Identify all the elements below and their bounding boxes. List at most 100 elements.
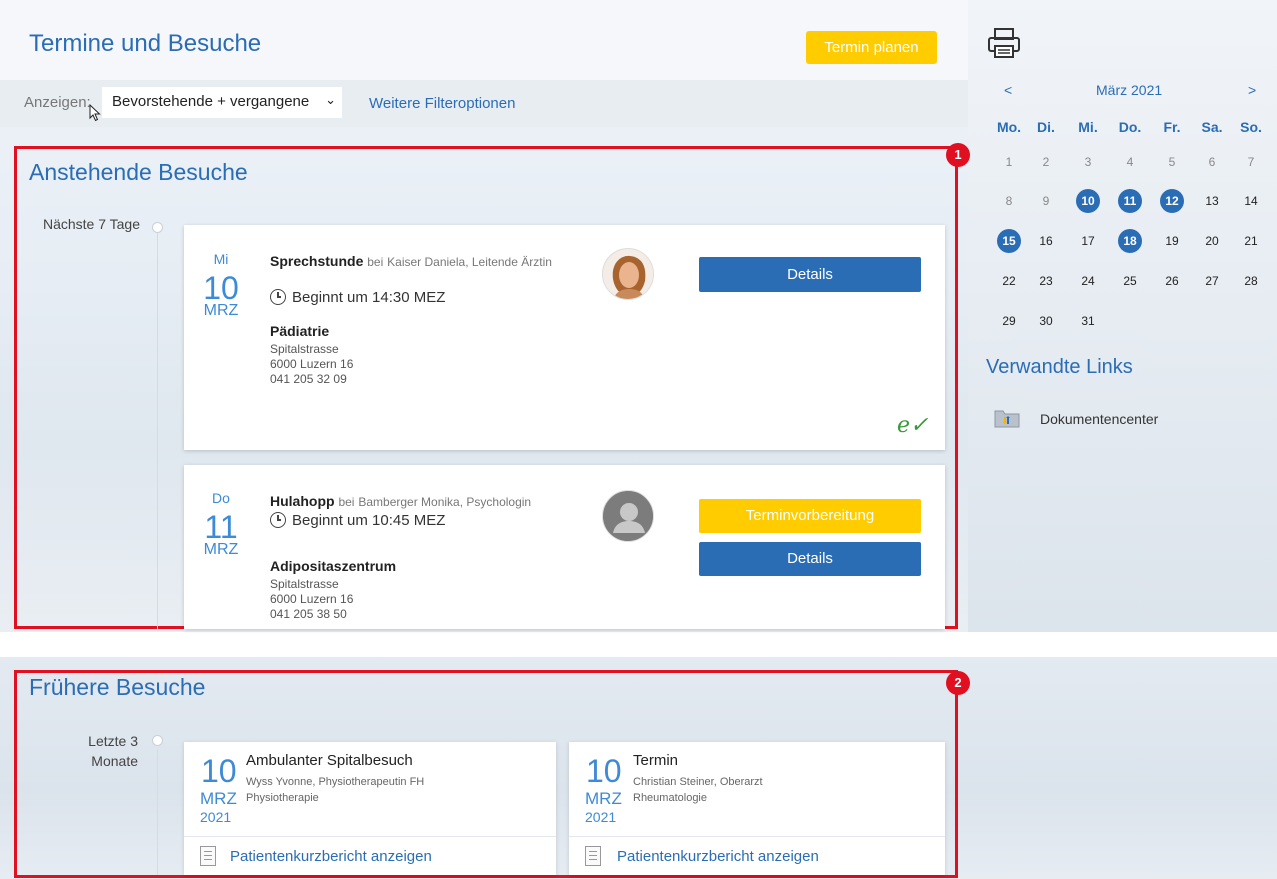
appointment-time: Beginnt um 14:30 MEZ [270, 289, 445, 306]
calendar-day[interactable]: 13 [1200, 189, 1224, 213]
past-visit-card: 10 MRZ 2021 Termin Christian Steiner, Ob… [569, 742, 945, 875]
calendar-weekday: Sa. [1201, 119, 1223, 135]
calendar-day[interactable]: 12 [1160, 189, 1184, 213]
calendar-day[interactable]: 1 [997, 150, 1021, 174]
visit-department: Rheumatologie [633, 792, 707, 804]
calendar-day[interactable]: 23 [1034, 269, 1058, 293]
appointment-type: Hulahopp [270, 493, 335, 509]
calendar-day[interactable]: 27 [1200, 269, 1224, 293]
visit-title: Termin [633, 752, 679, 769]
visit-month: MRZ [200, 789, 237, 808]
calendar-day[interactable]: 22 [997, 269, 1021, 293]
chevron-down-icon: ⌄ [325, 92, 336, 107]
mouse-cursor-icon [89, 104, 101, 122]
document-icon [200, 846, 216, 866]
calendar-weekday: Di. [1037, 119, 1055, 135]
calendar-day[interactable]: 31 [1076, 309, 1100, 333]
folder-icon [994, 410, 1020, 428]
doctor-avatar [602, 490, 654, 542]
visit-doctor: Wyss Yvonne, Physiotherapeutin FH [246, 776, 425, 788]
address-phone: 041 205 38 50 [270, 607, 347, 621]
calendar-day[interactable]: 28 [1239, 269, 1263, 293]
address-city: 6000 Luzern 16 [270, 592, 354, 606]
filter-label: Anzeigen: [24, 94, 91, 111]
calendar-day[interactable]: 15 [997, 229, 1021, 253]
more-filter-options-link[interactable]: Weitere Filteroptionen [369, 95, 515, 112]
calendar-day[interactable]: 25 [1118, 269, 1142, 293]
calendar-next-button[interactable]: > [1248, 82, 1256, 98]
calendar-day[interactable]: 26 [1160, 269, 1184, 293]
calendar-weekday: Do. [1118, 119, 1142, 135]
calendar-day[interactable]: 20 [1200, 229, 1224, 253]
appointment-title: Sprechstunde bei Kaiser Daniela, Leitend… [270, 252, 570, 271]
timeline-dot [152, 222, 163, 233]
calendar-prev-button[interactable]: < [1004, 82, 1012, 98]
visit-day: 10 [201, 753, 237, 789]
calendar-day[interactable]: 17 [1076, 229, 1100, 253]
address-city: 6000 Luzern 16 [270, 357, 354, 371]
visit-month: MRZ [585, 789, 622, 808]
visit-department: Physiotherapie [246, 792, 319, 804]
appointment-day: 11 [204, 509, 238, 545]
appointment-title: Hulahopp bei Bamberger Monika, Psycholog… [270, 492, 590, 511]
calendar-day[interactable]: 10 [1076, 189, 1100, 213]
appointment-by: bei [338, 495, 355, 509]
calendar-weekday: So. [1240, 119, 1262, 135]
calendar-day[interactable]: 18 [1118, 229, 1142, 253]
plan-appointment-button[interactable]: Termin planen [806, 31, 937, 64]
calendar-day[interactable]: 11 [1118, 189, 1142, 213]
calendar-day[interactable]: 2 [1034, 150, 1058, 174]
appointment-preparation-button[interactable]: Terminvorbereitung [699, 499, 921, 533]
calendar-day[interactable]: 8 [997, 189, 1021, 213]
address-street: Spitalstrasse [270, 342, 339, 356]
calendar-day[interactable]: 24 [1076, 269, 1100, 293]
section-badge-2: 2 [946, 671, 970, 695]
printer-icon[interactable] [987, 27, 1021, 59]
section-badge-1: 1 [946, 143, 970, 167]
calendar-day[interactable]: 14 [1239, 189, 1263, 213]
document-icon [585, 846, 601, 866]
past-title: Frühere Besuche [29, 674, 206, 700]
appointment-address: Spitalstrasse 6000 Luzern 16 041 205 32 … [270, 342, 353, 387]
appointment-time: Beginnt um 10:45 MEZ [270, 512, 445, 529]
card-divider [184, 836, 556, 837]
calendar-day[interactable]: 30 [1034, 309, 1058, 333]
appointment-weekday: Do [212, 490, 230, 506]
page-title: Termine und Besuche [29, 30, 262, 57]
upcoming-title: Anstehende Besuche [29, 159, 248, 185]
appointment-card: Mi 10 MRZ Sprechstunde bei Kaiser Daniel… [184, 225, 945, 450]
calendar-day[interactable]: 9 [1034, 189, 1058, 213]
visit-day: 10 [586, 753, 622, 789]
patient-report-link[interactable]: Patientenkurzbericht anzeigen [617, 848, 819, 865]
appointment-time-text: Beginnt um 10:45 MEZ [292, 512, 446, 529]
calendar-day[interactable]: 3 [1076, 150, 1100, 174]
timeline-label-line-2: Monate [91, 753, 138, 769]
appointment-doctor: Kaiser Daniela, Leitende Ärztin [387, 255, 552, 269]
details-button[interactable]: Details [699, 257, 921, 292]
calendar-day[interactable]: 4 [1118, 150, 1142, 174]
appointment-address: Spitalstrasse 6000 Luzern 16 041 205 38 … [270, 577, 353, 622]
address-street: Spitalstrasse [270, 577, 339, 591]
appointment-department: Adipositaszentrum [270, 558, 397, 574]
calendar-weekday: Mi. [1078, 119, 1098, 135]
calendar-day[interactable]: 6 [1200, 150, 1224, 174]
past-visit-card: 10 MRZ 2021 Ambulanter Spitalbesuch Wyss… [184, 742, 556, 875]
calendar-day[interactable]: 21 [1239, 229, 1263, 253]
filter-select-value: Bevorstehende + vergangene [112, 93, 310, 110]
appointment-card: Do 11 MRZ Hulahopp bei Bamberger Monika,… [184, 465, 945, 629]
appointment-month: MRZ [203, 302, 239, 319]
calendar-weekday: Mo. [996, 119, 1022, 135]
calendar-day[interactable]: 5 [1160, 150, 1184, 174]
calendar-day[interactable]: 16 [1034, 229, 1058, 253]
calendar-day[interactable]: 7 [1239, 150, 1263, 174]
patient-report-link[interactable]: Patientenkurzbericht anzeigen [230, 848, 432, 865]
appointment-day: 10 [203, 270, 239, 306]
calendar-day[interactable]: 29 [997, 309, 1021, 333]
appointment-time-text: Beginnt um 14:30 MEZ [292, 289, 446, 306]
filter-select[interactable]: Bevorstehende + vergangene ⌄ [102, 87, 342, 118]
timeline-line [157, 233, 158, 629]
calendar-day[interactable]: 19 [1160, 229, 1184, 253]
timeline-label-last-3-months: Letzte 3 Monate [40, 731, 138, 771]
details-button[interactable]: Details [699, 542, 921, 576]
document-center-link[interactable]: Dokumentencenter [1040, 411, 1158, 427]
